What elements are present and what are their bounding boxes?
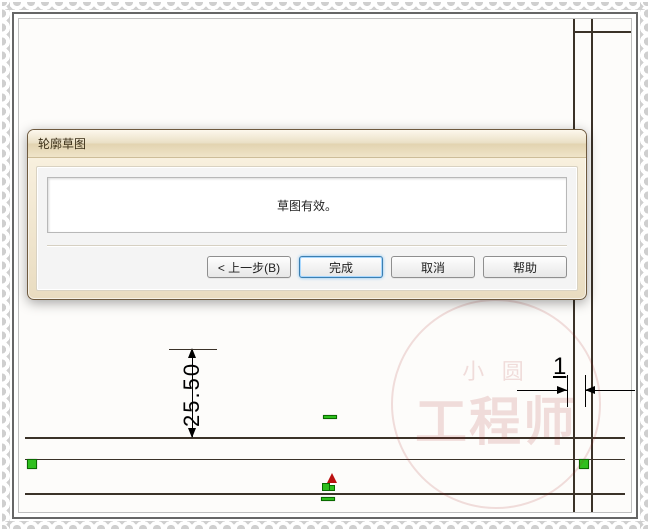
watermark: 小 圆 工程师 [391, 299, 601, 509]
separator [47, 245, 567, 246]
origin-marker[interactable] [319, 473, 337, 491]
app-frame: 25.50 1 小 圆 工程师 轮廓草图 草图有效。 [12, 12, 638, 519]
dimension-value[interactable]: 25.50 [179, 362, 205, 427]
constraint-marker[interactable] [579, 459, 589, 469]
cancel-button[interactable]: 取消 [391, 256, 475, 278]
watermark-top: 小 圆 [462, 354, 530, 386]
edge-line [575, 31, 631, 33]
sketch-line[interactable] [25, 493, 625, 495]
constraint-marker[interactable] [27, 459, 37, 469]
button-row: < 上一步(B) 完成 取消 帮助 [47, 256, 567, 278]
help-button[interactable]: 帮助 [483, 256, 567, 278]
finish-button[interactable]: 完成 [299, 256, 383, 278]
back-button[interactable]: < 上一步(B) [207, 256, 291, 278]
constraint-marker[interactable] [321, 497, 335, 501]
dimension-ext [169, 349, 217, 350]
constraint-marker[interactable] [323, 415, 337, 419]
dialog-message: 草图有效。 [47, 177, 567, 233]
sketch-line[interactable] [25, 437, 625, 439]
cad-canvas[interactable]: 25.50 1 小 圆 工程师 轮廓草图 草图有效。 [19, 19, 631, 512]
dimension-value[interactable]: 1 [553, 353, 566, 381]
sketch-line[interactable] [25, 459, 625, 460]
app-inner: 25.50 1 小 圆 工程师 轮廓草图 草图有效。 [18, 18, 632, 513]
dialog-title[interactable]: 轮廓草图 [28, 130, 586, 158]
dialog-body: 草图有效。 < 上一步(B) 完成 取消 帮助 [36, 166, 578, 291]
profile-sketch-dialog: 轮廓草图 草图有效。 < 上一步(B) 完成 取消 帮助 [27, 129, 587, 300]
